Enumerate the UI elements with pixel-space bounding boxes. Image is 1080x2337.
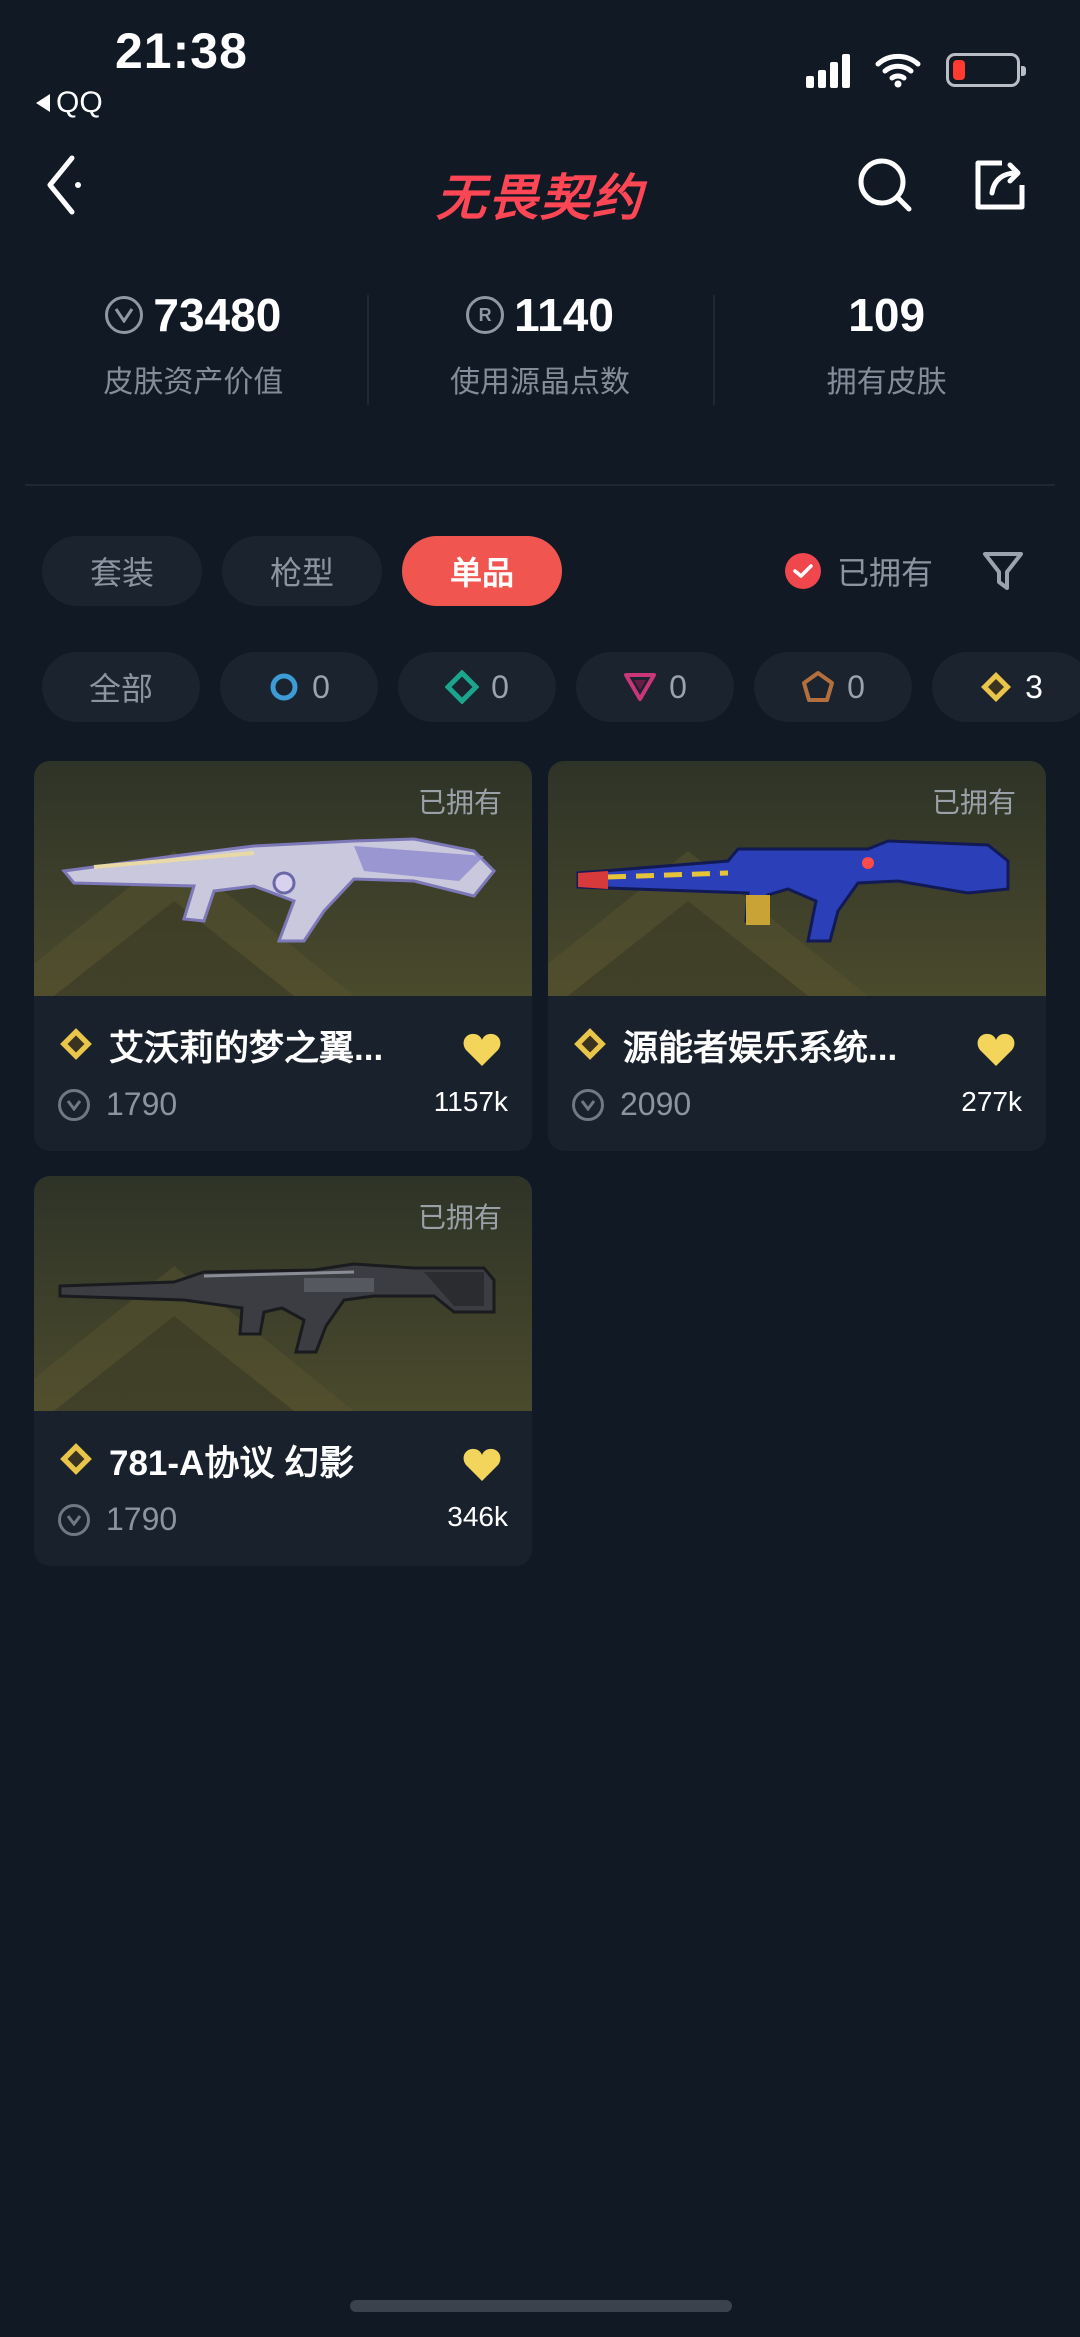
like-count: 277k xyxy=(961,1086,1022,1117)
vp-coin-icon xyxy=(58,1088,90,1121)
chip-count: 0 xyxy=(847,668,865,705)
vandal-weapon-image xyxy=(576,839,1010,943)
vandal-weapon-image xyxy=(61,837,497,943)
home-indicator[interactable] xyxy=(350,2300,732,2312)
chip-count: 3 xyxy=(1025,668,1043,705)
exclusive-tier-icon xyxy=(574,1028,606,1060)
back-triangle-icon xyxy=(36,94,50,112)
filter-funnel-icon xyxy=(983,552,1023,590)
like-count: 1157k xyxy=(433,1086,508,1117)
skin-price: 1790 xyxy=(106,1086,178,1122)
stat-value: 73480 xyxy=(153,289,282,341)
exclusive-tier-icon xyxy=(60,1028,92,1060)
status-bar: 21:38 QQ xyxy=(0,0,1080,130)
chip-count: 0 xyxy=(491,668,509,705)
phantom-weapon-image xyxy=(58,1262,496,1354)
skin-name: 781-A协议 幻影 xyxy=(109,1444,355,1483)
select-tier-icon xyxy=(270,673,298,701)
checkbox-checked-icon xyxy=(785,553,821,589)
wifi-icon xyxy=(875,53,921,88)
stat-asset-value: 73480 皮肤资产价值 xyxy=(20,285,367,425)
skin-image: 已拥有 xyxy=(34,761,532,996)
battery-icon xyxy=(946,53,1026,87)
stat-radianite-points: R 1140 使用源晶点数 xyxy=(366,285,714,425)
stat-label: 拥有皮肤 xyxy=(826,366,947,399)
share-button[interactable] xyxy=(965,150,1035,220)
chip-all[interactable]: 全部 xyxy=(42,652,200,722)
vp-coin-icon xyxy=(58,1503,90,1536)
skin-name: 艾沃莉的梦之翼... xyxy=(109,1029,384,1068)
chip-count: 0 xyxy=(312,668,330,705)
search-button[interactable] xyxy=(850,150,920,220)
cellular-signal-icon xyxy=(806,52,850,88)
back-app-label: QQ xyxy=(56,86,103,119)
chip-exclusive-tier[interactable]: 3 xyxy=(932,652,1080,722)
skin-card[interactable]: 已拥有 艾沃莉的梦之翼... 1790 1157k xyxy=(34,761,532,1151)
tab-weapon-types[interactable]: 枪型 xyxy=(222,536,382,606)
stat-label: 使用源晶点数 xyxy=(450,366,630,399)
exclusive-tier-icon xyxy=(981,672,1012,702)
heart-icon[interactable] xyxy=(462,1447,502,1483)
skin-card[interactable]: 已拥有 源能者娱乐系统... 2090 277k xyxy=(548,761,1046,1151)
stat-owned-skins: 109 拥有皮肤 xyxy=(713,285,1060,425)
search-icon xyxy=(858,158,912,212)
deluxe-tier-icon xyxy=(445,670,480,704)
radianite-icon: R xyxy=(466,296,505,334)
tab-single-items[interactable]: 单品 xyxy=(402,536,562,606)
exclusive-tier-icon xyxy=(60,1443,92,1475)
system-icons xyxy=(806,52,1026,88)
stat-value: 1140 xyxy=(514,289,614,341)
skin-name: 源能者娱乐系统... xyxy=(623,1029,898,1068)
app-header: 无畏契约 xyxy=(0,140,1080,230)
skin-price: 1790 xyxy=(106,1501,178,1537)
tab-bundles[interactable]: 套装 xyxy=(42,536,202,606)
heart-icon[interactable] xyxy=(462,1032,502,1068)
category-tabs: 套装 枪型 单品 xyxy=(42,536,562,606)
chip-ultra-tier[interactable]: 0 xyxy=(754,652,912,722)
stats-summary: 73480 皮肤资产价值 R 1140 使用源晶点数 109 拥有皮肤 xyxy=(20,285,1060,425)
like-count: 346k xyxy=(447,1501,508,1532)
section-divider xyxy=(25,484,1055,486)
battery-level xyxy=(953,60,965,80)
owned-filter-toggle[interactable]: 已拥有 xyxy=(785,548,933,594)
chip-select-tier[interactable]: 0 xyxy=(220,652,378,722)
heart-icon[interactable] xyxy=(976,1032,1016,1068)
back-to-app-link[interactable]: QQ xyxy=(36,86,103,120)
share-icon xyxy=(975,160,1025,210)
skin-image: 已拥有 xyxy=(548,761,1046,996)
owned-filter-label: 已拥有 xyxy=(837,555,934,591)
chip-deluxe-tier[interactable]: 0 xyxy=(398,652,556,722)
premium-tier-icon xyxy=(624,673,657,701)
ultra-tier-icon xyxy=(802,671,835,702)
vp-coin-icon xyxy=(105,296,144,334)
skin-card[interactable]: 已拥有 781-A协议 幻影 1790 346k xyxy=(34,1176,532,1566)
stat-label: 皮肤资产价值 xyxy=(103,366,284,399)
vp-coin-icon xyxy=(572,1088,604,1121)
filter-button[interactable] xyxy=(980,548,1026,594)
stat-value: 109 xyxy=(848,289,926,341)
status-time: 21:38 xyxy=(115,23,248,79)
rarity-filter-chips: 全部 0 0 0 0 3 xyxy=(42,652,1080,722)
skin-price: 2090 xyxy=(620,1086,692,1122)
chip-count: 0 xyxy=(669,668,687,705)
skin-image: 已拥有 xyxy=(34,1176,532,1411)
chip-premium-tier[interactable]: 0 xyxy=(576,652,734,722)
